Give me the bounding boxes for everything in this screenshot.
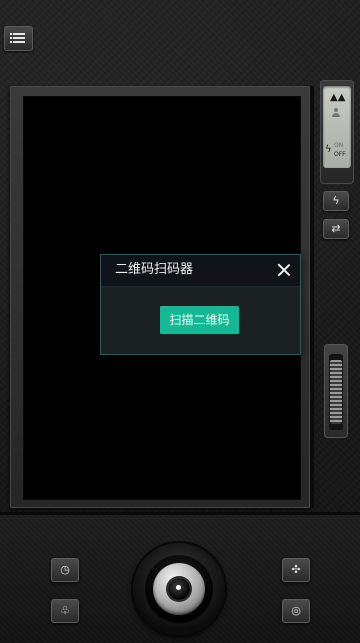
qr-scanner-dialog: 二维码扫码器 扫描二维码 <box>100 254 301 355</box>
timer-icon: ◷ <box>60 563 70 576</box>
filter-button[interactable]: ♧ <box>51 599 79 623</box>
lens-glint <box>176 585 181 590</box>
menu-dot <box>10 41 12 43</box>
viewfinder-edge <box>310 86 314 508</box>
list-menu-icon <box>10 33 12 35</box>
camera-switch-icon: ⇄ <box>331 222 341 235</box>
dialog-header: 二维码扫码器 <box>101 255 300 287</box>
person-head <box>334 108 338 112</box>
person-body <box>332 113 340 117</box>
zoom-wheel-handle[interactable] <box>330 360 342 424</box>
gallery-button[interactable]: ◎ <box>282 599 310 623</box>
flash-icon: ϟ <box>325 144 332 155</box>
effects-button[interactable]: ✣ <box>282 558 310 582</box>
menu-line <box>13 37 25 39</box>
menu-line <box>13 41 25 43</box>
scan-qr-button[interactable]: 扫描二维码 <box>160 306 239 334</box>
menu-dot <box>10 37 12 39</box>
effects-icon: ✣ <box>291 563 301 576</box>
dialog-title: 二维码扫码器 <box>115 262 194 277</box>
menu-button[interactable] <box>4 26 33 51</box>
person-icon[interactable] <box>332 108 340 118</box>
flash-off-label: OFF <box>334 151 346 158</box>
switch-camera-button[interactable]: ⇄ <box>323 219 349 239</box>
menu-line <box>13 33 25 35</box>
timer-button[interactable]: ◷ <box>51 558 79 582</box>
flash-on-label: ON <box>334 142 344 149</box>
flash-button[interactable]: ϟ <box>323 191 349 211</box>
flash-icon: ϟ <box>332 194 340 207</box>
shutter-lens-icon <box>168 578 190 600</box>
close-button[interactable] <box>275 261 293 279</box>
gallery-icon: ◎ <box>291 604 301 617</box>
mountain-icon[interactable]: ▲▲ <box>330 92 345 103</box>
filter-icon: ♧ <box>60 604 70 617</box>
mode-dial[interactable]: ▲▲ ϟ ON OFF <box>323 86 351 168</box>
